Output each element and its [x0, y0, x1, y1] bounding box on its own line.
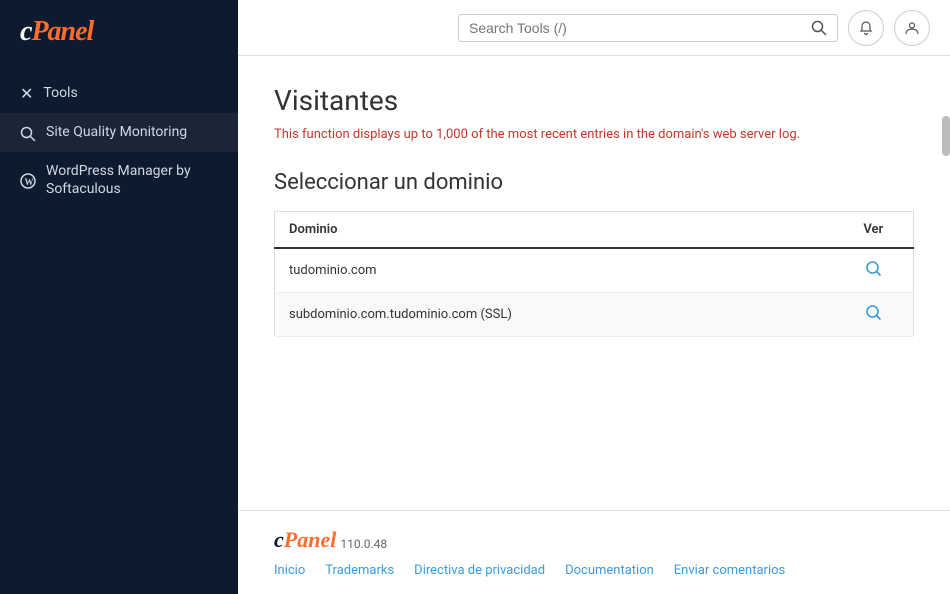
view-icon[interactable] — [864, 305, 882, 326]
footer-cpanel-logo: cPanel — [274, 527, 336, 553]
table-row: tudominio.com — [275, 248, 914, 293]
footer-link[interactable]: Trademarks — [325, 563, 394, 578]
footer-link[interactable]: Enviar comentarios — [674, 563, 785, 578]
notifications-button[interactable] — [848, 10, 884, 46]
search-bar[interactable] — [458, 14, 838, 42]
footer-links: Inicio Trademarks Directiva de privacidad D… — [274, 563, 914, 578]
svg-text:W: W — [25, 177, 34, 187]
wordpress-icon: W — [20, 171, 36, 190]
page-description: This function displays up to 1,000 of th… — [274, 127, 914, 142]
sidebar-navigation: ✕ Tools Site Quality Monitoring W WordPr… — [0, 68, 238, 214]
search-input[interactable] — [469, 20, 805, 36]
page-title: Visitantes — [274, 84, 914, 117]
sidebar-item-wordpress-label: WordPress Manager by Softaculous — [46, 162, 218, 198]
domain-cell: tudominio.com — [275, 248, 834, 293]
sidebar-item-site-quality-label: Site Quality Monitoring — [46, 123, 187, 141]
sidebar-item-tools-label: Tools — [43, 84, 77, 102]
view-cell — [834, 293, 914, 337]
footer-link[interactable]: Directiva de privacidad — [414, 563, 545, 578]
footer-logo: cPanel 110.0.48 — [274, 527, 914, 553]
section-title: Seleccionar un dominio — [274, 170, 914, 195]
page-content: Visitantes This function displays up to … — [238, 56, 950, 510]
col-header-domain: Dominio — [275, 212, 834, 249]
view-cell — [834, 248, 914, 293]
user-button[interactable] — [894, 10, 930, 46]
view-icon[interactable] — [864, 261, 882, 282]
footer-link[interactable]: Documentation — [565, 563, 654, 578]
tools-icon: ✕ — [20, 84, 33, 103]
site-quality-icon — [20, 123, 36, 142]
sidebar-item-site-quality[interactable]: Site Quality Monitoring — [0, 113, 238, 152]
sidebar-item-wordpress[interactable]: W WordPress Manager by Softaculous — [0, 152, 238, 208]
footer: cPanel 110.0.48 Inicio Trademarks Directiv… — [238, 510, 950, 594]
header — [238, 0, 950, 56]
footer-link[interactable]: Inicio — [274, 563, 305, 578]
footer-version: 110.0.48 — [340, 537, 387, 553]
domain-cell: subdominio.com.tudominio.com (SSL) — [275, 293, 834, 337]
sidebar: cPanel ✕ Tools Site Quality Monitoring W — [0, 0, 238, 594]
table-row: subdominio.com.tudominio.com (SSL) — [275, 293, 914, 337]
cpanel-logo: cPanel — [20, 16, 93, 48]
search-button[interactable] — [811, 20, 827, 36]
main-content-area: Visitantes This function displays up to … — [238, 0, 950, 594]
col-header-ver: Ver — [834, 212, 914, 249]
sidebar-item-tools[interactable]: ✕ Tools — [0, 74, 238, 113]
sidebar-logo: cPanel — [0, 0, 238, 68]
domain-table: Dominio Ver tudominio.com subdominio.com… — [274, 211, 914, 337]
scrollbar-indicator[interactable] — [942, 116, 950, 156]
